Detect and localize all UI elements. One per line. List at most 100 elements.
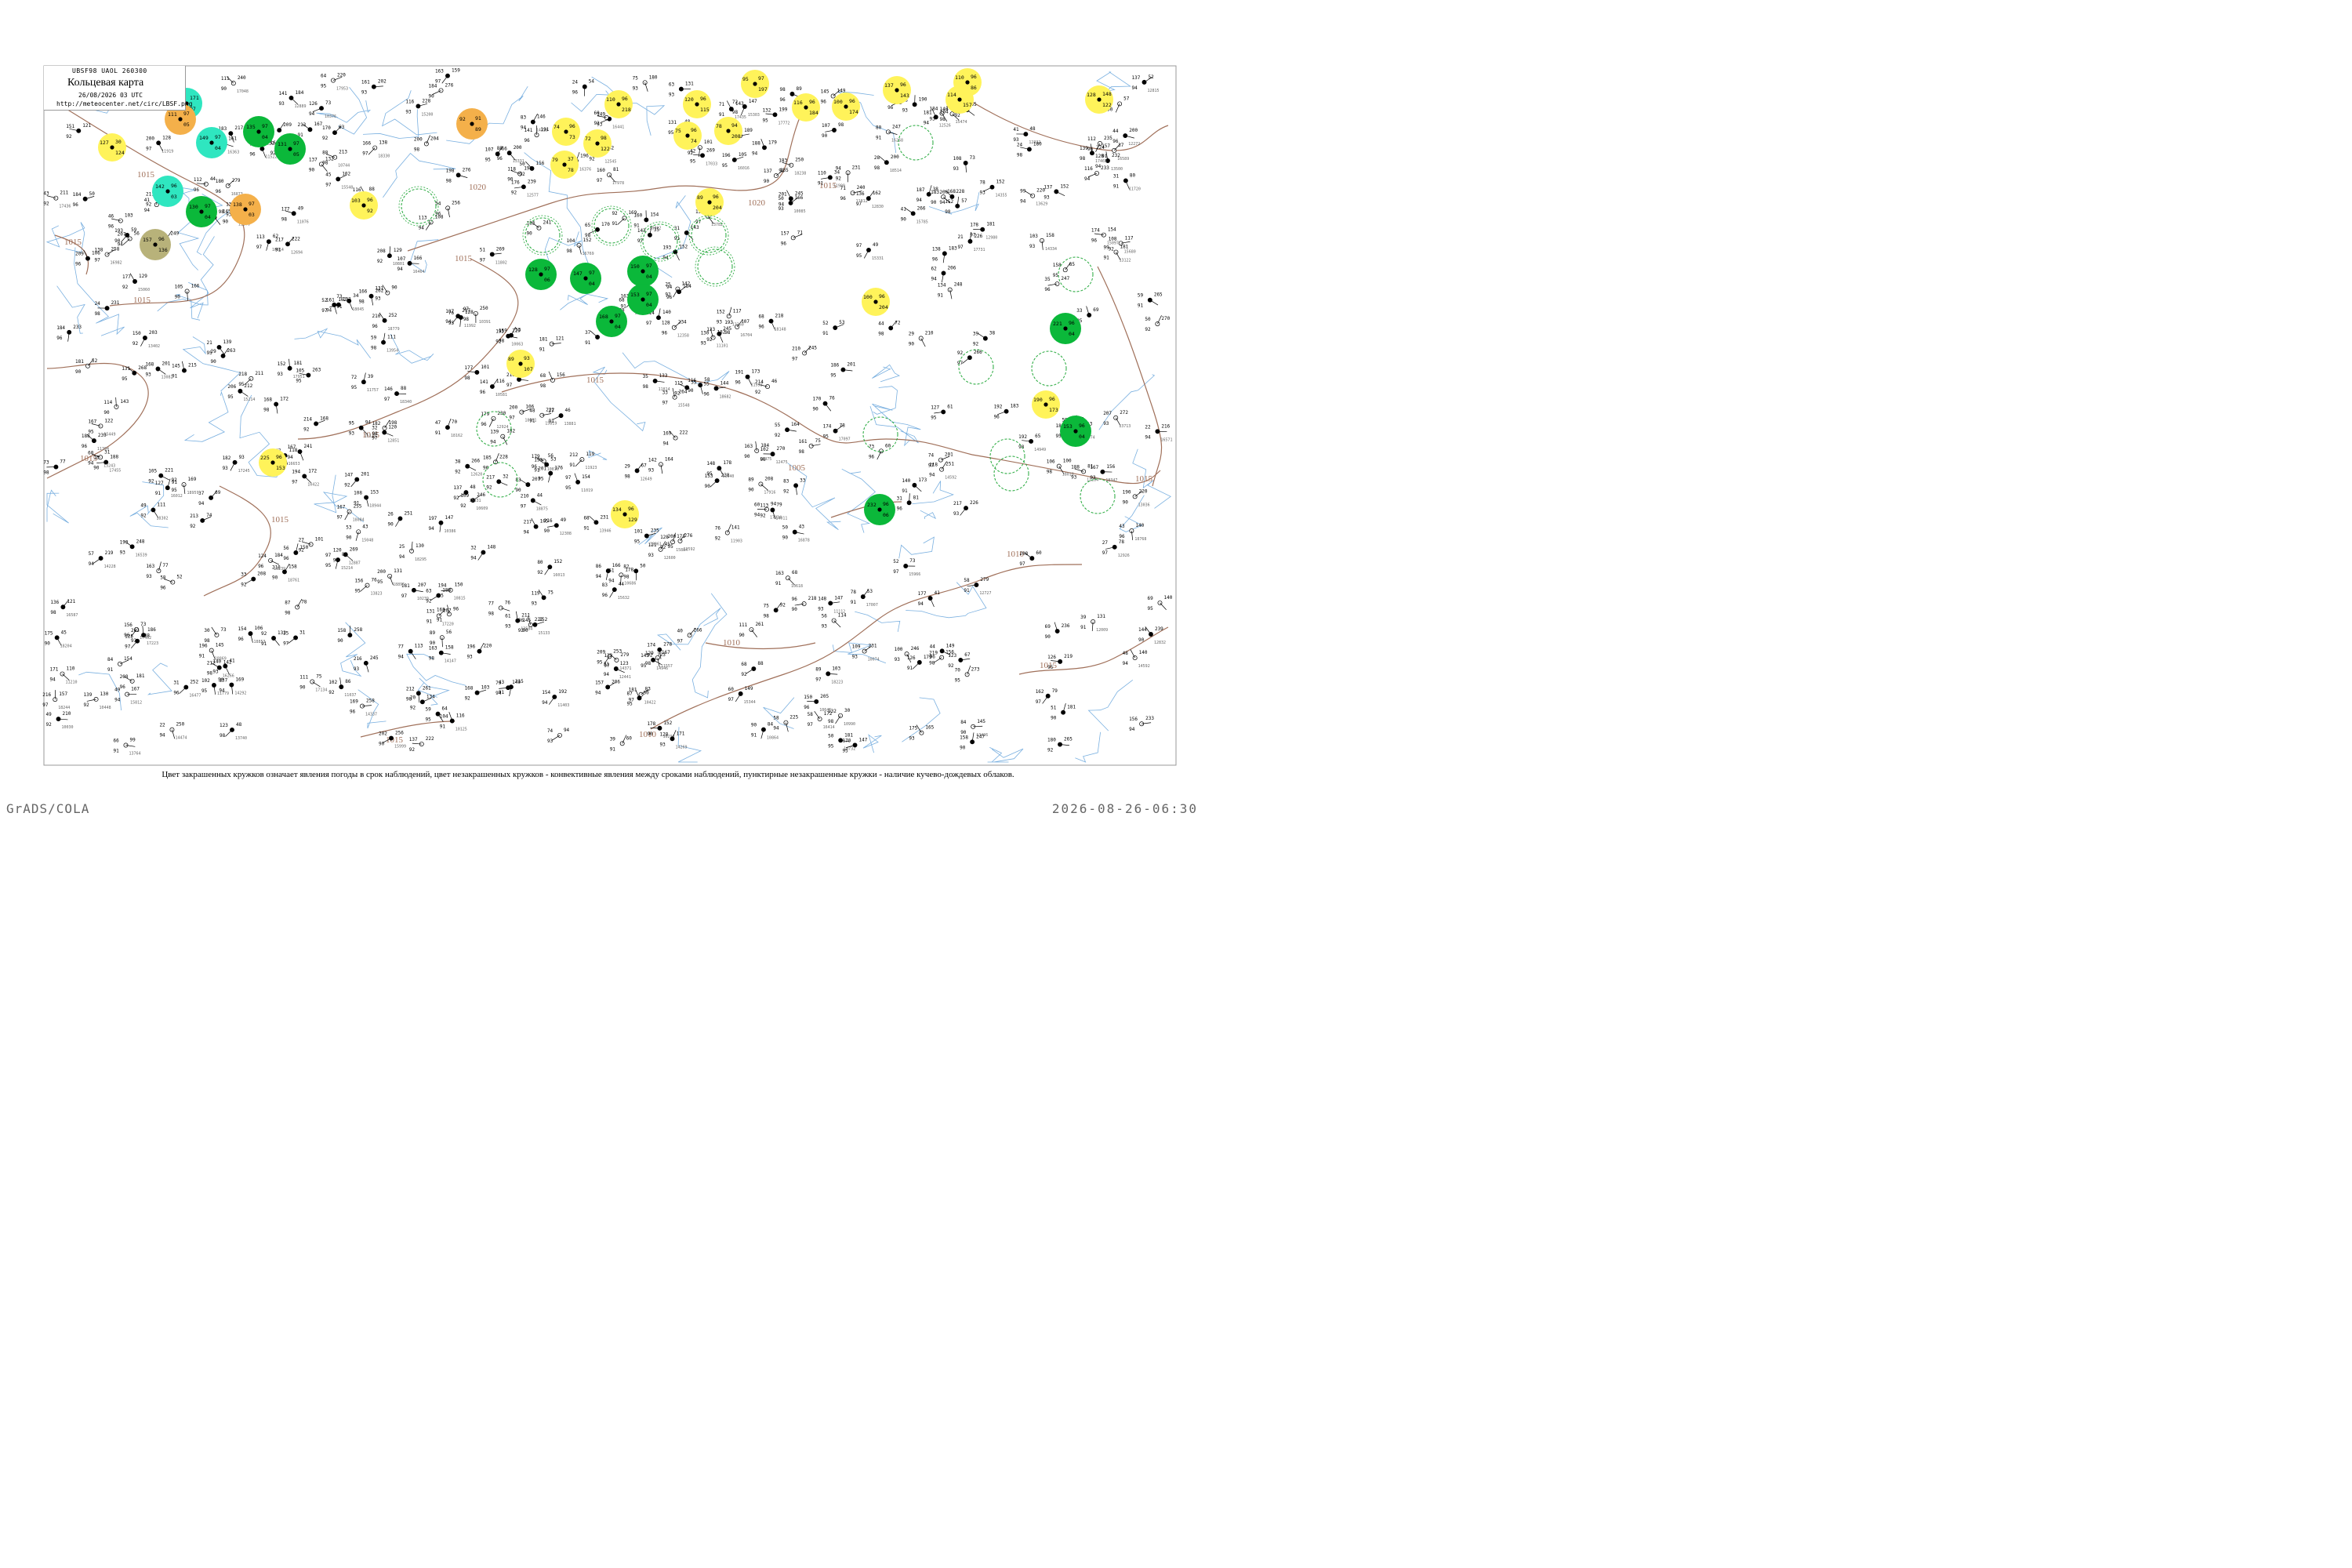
svg-text:52: 52 <box>176 575 183 580</box>
station-tendency: 92 <box>367 208 373 214</box>
svg-text:152: 152 <box>663 720 672 726</box>
svg-text:158: 158 <box>960 735 968 740</box>
svg-text:83: 83 <box>521 115 527 121</box>
svg-text:96: 96 <box>602 593 608 598</box>
svg-text:209: 209 <box>283 122 292 128</box>
svg-text:88: 88 <box>369 187 376 192</box>
svg-text:101: 101 <box>704 140 713 145</box>
svg-text:121: 121 <box>67 599 75 604</box>
svg-text:41: 41 <box>1013 127 1019 132</box>
map-url[interactable]: http://meteocenter.net/circ/LBSF.png <box>56 100 192 107</box>
svg-text:75: 75 <box>316 673 322 679</box>
svg-text:75: 75 <box>548 590 554 595</box>
svg-text:96: 96 <box>1091 238 1098 244</box>
svg-text:94: 94 <box>752 151 758 156</box>
svg-text:278: 278 <box>663 642 672 648</box>
svg-text:98: 98 <box>263 408 270 413</box>
svg-text:161: 161 <box>361 80 370 85</box>
svg-text:109: 109 <box>852 644 861 650</box>
svg-text:18340: 18340 <box>400 400 412 405</box>
svg-text:131: 131 <box>426 608 435 614</box>
svg-text:180: 180 <box>1047 738 1056 743</box>
svg-text:94: 94 <box>398 655 405 660</box>
svg-text:94: 94 <box>542 700 548 706</box>
colored-station: 127 30 124 <box>98 133 126 162</box>
svg-text:183: 183 <box>779 158 787 164</box>
svg-text:123: 123 <box>220 723 228 728</box>
svg-text:17978: 17978 <box>612 181 624 186</box>
svg-text:74: 74 <box>547 728 554 734</box>
svg-text:95: 95 <box>668 130 674 136</box>
svg-text:92: 92 <box>148 479 154 485</box>
svg-text:97: 97 <box>604 663 610 669</box>
svg-text:96: 96 <box>760 457 767 463</box>
svg-text:157: 157 <box>59 691 67 697</box>
station-temp: 110 <box>955 74 964 81</box>
station-tendency: 04 <box>646 302 652 308</box>
svg-text:16539: 16539 <box>136 553 147 557</box>
station-pressure: 97 <box>262 123 268 129</box>
svg-text:97: 97 <box>1036 699 1042 705</box>
svg-text:18238: 18238 <box>794 172 806 176</box>
svg-text:234: 234 <box>678 320 687 325</box>
svg-text:83: 83 <box>645 687 652 692</box>
svg-text:94: 94 <box>779 201 785 207</box>
svg-text:97: 97 <box>856 243 862 249</box>
svg-text:79: 79 <box>1052 688 1058 694</box>
station-tendency: 04 <box>1069 331 1075 337</box>
svg-text:92: 92 <box>741 672 747 677</box>
svg-text:184: 184 <box>56 325 65 331</box>
station-pressure: 91 <box>475 115 481 122</box>
svg-text:90: 90 <box>544 528 550 534</box>
station-temp: 78 <box>716 123 722 129</box>
svg-text:98: 98 <box>838 122 844 128</box>
svg-text:51: 51 <box>1051 706 1057 711</box>
svg-text:220: 220 <box>337 73 346 78</box>
svg-text:25: 25 <box>399 544 405 550</box>
svg-text:95: 95 <box>690 158 696 164</box>
svg-text:98: 98 <box>929 661 935 666</box>
colored-station: 153 97 04 <box>627 284 659 315</box>
svg-text:200: 200 <box>1129 128 1138 133</box>
svg-text:131: 131 <box>122 366 130 372</box>
colored-station: 153 96 04 <box>1060 416 1091 447</box>
svg-text:91: 91 <box>549 419 555 424</box>
svg-text:181: 181 <box>986 222 995 227</box>
svg-text:90: 90 <box>299 684 306 690</box>
svg-text:91: 91 <box>1103 256 1109 261</box>
svg-text:141: 141 <box>731 525 740 531</box>
svg-text:192: 192 <box>994 405 1003 410</box>
svg-text:186: 186 <box>147 627 156 633</box>
svg-text:209: 209 <box>75 252 84 257</box>
svg-text:92: 92 <box>511 190 517 195</box>
svg-text:154: 154 <box>1108 227 1116 233</box>
svg-text:250: 250 <box>795 158 804 163</box>
svg-text:16414: 16414 <box>823 725 835 730</box>
station-pressure: 148 <box>1102 91 1112 97</box>
svg-text:97: 97 <box>401 593 408 599</box>
svg-text:98: 98 <box>945 209 951 215</box>
svg-text:37: 37 <box>585 330 591 336</box>
svg-text:273: 273 <box>971 666 980 672</box>
svg-text:63: 63 <box>339 125 345 130</box>
svg-text:16571: 16571 <box>1160 437 1172 442</box>
svg-text:163: 163 <box>775 571 784 576</box>
svg-text:92: 92 <box>783 488 789 494</box>
svg-text:96: 96 <box>238 637 244 642</box>
svg-text:90: 90 <box>175 294 181 299</box>
svg-text:59: 59 <box>1138 293 1144 299</box>
svg-text:50: 50 <box>89 191 96 197</box>
station-pressure: 96 <box>883 501 889 507</box>
svg-text:93: 93 <box>405 109 412 114</box>
svg-text:92: 92 <box>957 350 964 356</box>
station-tendency: 107 <box>524 366 533 372</box>
svg-text:93: 93 <box>822 624 828 630</box>
svg-text:52: 52 <box>822 321 829 326</box>
svg-text:95: 95 <box>349 421 355 426</box>
svg-text:210: 210 <box>792 346 800 351</box>
svg-text:45: 45 <box>61 630 67 635</box>
svg-text:91: 91 <box>775 581 782 586</box>
svg-text:89: 89 <box>748 477 754 482</box>
svg-text:11812: 11812 <box>856 199 868 204</box>
station-temp: 168 <box>599 314 608 320</box>
